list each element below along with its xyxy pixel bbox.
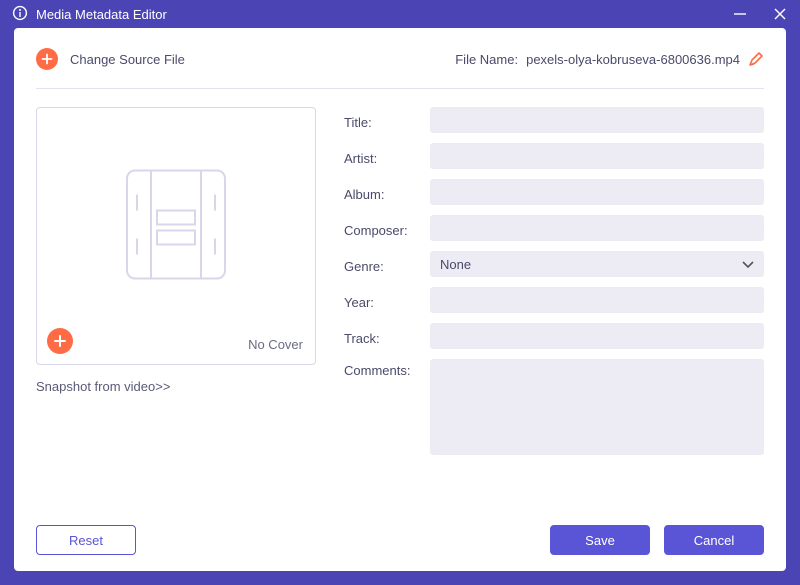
genre-value: None	[440, 257, 471, 272]
titlebar: Media Metadata Editor	[0, 0, 800, 28]
composer-input[interactable]	[430, 215, 764, 241]
comments-label: Comments:	[344, 359, 422, 378]
genre-label: Genre:	[344, 255, 422, 274]
no-cover-label: No Cover	[248, 337, 303, 352]
track-label: Track:	[344, 327, 422, 346]
cover-box: No Cover	[36, 107, 316, 365]
filename-label: File Name:	[455, 52, 518, 67]
cancel-button[interactable]: Cancel	[664, 525, 764, 555]
genre-select[interactable]: None	[430, 251, 764, 277]
minimize-button[interactable]	[732, 6, 748, 22]
reset-button[interactable]: Reset	[36, 525, 136, 555]
track-input[interactable]	[430, 323, 764, 349]
row-year: Year:	[344, 287, 764, 313]
row-comments: Comments:	[344, 359, 764, 455]
album-label: Album:	[344, 183, 422, 202]
row-artist: Artist:	[344, 143, 764, 169]
row-genre: Genre: None	[344, 251, 764, 277]
footer-right: Save Cancel	[550, 525, 764, 555]
edit-filename-button[interactable]	[748, 51, 764, 67]
main: No Cover Snapshot from video>> Title: Ar…	[36, 107, 764, 509]
year-input[interactable]	[430, 287, 764, 313]
plus-icon	[36, 48, 58, 70]
window-controls	[732, 6, 788, 22]
chevron-down-icon	[742, 257, 754, 272]
change-source-button[interactable]: Change Source File	[36, 48, 455, 70]
change-source-label: Change Source File	[70, 52, 185, 67]
separator	[36, 88, 764, 89]
title-left: Media Metadata Editor	[12, 5, 732, 24]
artist-input[interactable]	[430, 143, 764, 169]
content: Change Source File File Name: pexels-oly…	[14, 28, 786, 571]
footer: Reset Save Cancel	[36, 525, 764, 555]
cover-column: No Cover Snapshot from video>>	[36, 107, 316, 509]
composer-label: Composer:	[344, 219, 422, 238]
row-title: Title:	[344, 107, 764, 133]
filename-group: File Name: pexels-olya-kobruseva-6800636…	[455, 51, 764, 67]
row-album: Album:	[344, 179, 764, 205]
row-composer: Composer:	[344, 215, 764, 241]
album-input[interactable]	[430, 179, 764, 205]
add-cover-button[interactable]	[47, 328, 73, 354]
filename-value: pexels-olya-kobruseva-6800636.mp4	[526, 52, 740, 67]
save-button[interactable]: Save	[550, 525, 650, 555]
window-title: Media Metadata Editor	[36, 7, 167, 22]
window: Media Metadata Editor	[0, 0, 800, 585]
topbar: Change Source File File Name: pexels-oly…	[36, 46, 764, 72]
metadata-form: Title: Artist: Album: Composer: Genre:	[344, 107, 764, 509]
close-button[interactable]	[772, 6, 788, 22]
snapshot-link[interactable]: Snapshot from video>>	[36, 379, 170, 394]
row-track: Track:	[344, 323, 764, 349]
comments-input[interactable]	[430, 359, 764, 455]
title-input[interactable]	[430, 107, 764, 133]
film-icon	[121, 164, 231, 287]
info-icon	[12, 5, 28, 24]
year-label: Year:	[344, 291, 422, 310]
title-label: Title:	[344, 111, 422, 130]
artist-label: Artist:	[344, 147, 422, 166]
